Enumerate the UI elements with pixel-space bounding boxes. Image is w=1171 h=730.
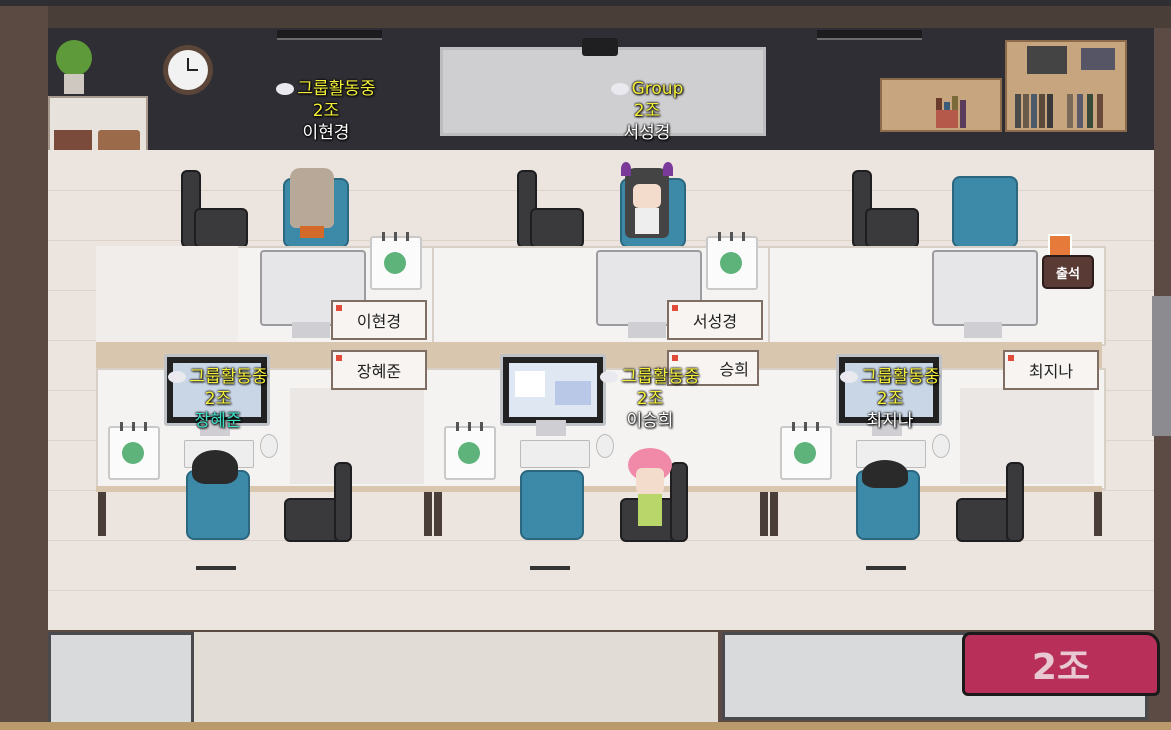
attendance-button[interactable]: 출석 xyxy=(1042,255,1094,289)
player-team: 2조 xyxy=(204,389,232,409)
monitor-stand xyxy=(292,322,330,338)
ceiling-light xyxy=(277,30,382,40)
player-label: 그룹활동중 2조 장혜준 xyxy=(128,366,308,432)
avatar-lee-seunghui[interactable] xyxy=(626,448,674,528)
player-team: 2조 xyxy=(876,389,904,409)
nameplate: 최지나 xyxy=(1003,350,1099,390)
chat-bubble-icon xyxy=(840,371,859,383)
player-status: 그룹활동중 xyxy=(297,79,376,99)
calendar-icon[interactable] xyxy=(444,422,496,480)
player-name: 이승희 xyxy=(626,411,674,431)
nameplate: 이현경 xyxy=(331,300,427,340)
player-status: 그룹활동중 xyxy=(189,367,268,387)
chat-bubble-icon xyxy=(168,371,187,383)
office-chair xyxy=(334,462,352,542)
calendar-icon[interactable] xyxy=(108,422,160,480)
chair-base xyxy=(866,536,906,570)
chat-bubble-icon xyxy=(276,83,295,95)
mouse xyxy=(932,434,950,458)
keyboard xyxy=(520,440,590,468)
office-chair xyxy=(952,176,1018,248)
office-chair xyxy=(520,470,584,540)
plant-icon xyxy=(52,40,96,95)
bottom-strip xyxy=(0,722,1171,730)
desk-leg xyxy=(1094,492,1102,536)
monitor-stand xyxy=(628,322,666,338)
calendar-icon[interactable] xyxy=(780,422,832,480)
walkway xyxy=(194,632,718,722)
player-team: 2조 xyxy=(636,389,664,409)
player-name: 장혜준 xyxy=(194,411,242,431)
monitor[interactable] xyxy=(932,250,1038,326)
player-label: Group 2조 서성경 xyxy=(557,78,737,144)
avatar-seo-seonggyeong[interactable] xyxy=(621,162,673,238)
chair-base xyxy=(196,536,236,570)
top-wall xyxy=(0,6,1171,28)
mouse xyxy=(260,434,278,458)
player-name: 이현경 xyxy=(302,123,350,143)
scroll-handle[interactable] xyxy=(1152,296,1171,436)
nameplate: 서성경 xyxy=(667,300,763,340)
player-team: 2조 xyxy=(633,101,661,121)
avatar-choi-jina[interactable] xyxy=(862,460,908,488)
monitor-stand xyxy=(964,322,1002,338)
left-wall xyxy=(0,6,48,730)
player-label: 그룹활동중 2조 이승희 xyxy=(560,366,740,432)
desk-leg xyxy=(424,492,432,536)
player-name: 최지나 xyxy=(866,411,914,431)
chat-bubble-icon xyxy=(600,371,619,383)
nameplate-text: 장혜준 xyxy=(356,362,402,381)
chat-bubble-icon xyxy=(610,83,629,95)
player-status: 그룹활동중 xyxy=(861,367,940,387)
desk-panel xyxy=(290,388,424,484)
player-name: 서성경 xyxy=(623,123,671,143)
avatar-lee-hyungyeong[interactable] xyxy=(290,168,334,238)
desk-leg xyxy=(770,492,778,536)
chair-base xyxy=(530,536,570,570)
calendar-icon[interactable] xyxy=(706,232,758,290)
player-status: Group xyxy=(631,79,684,99)
team-button[interactable]: 2조 xyxy=(962,632,1160,696)
desk-panel xyxy=(960,388,1094,484)
desk-leg xyxy=(434,492,442,536)
desk-leg xyxy=(760,492,768,536)
desk-leg xyxy=(98,492,106,536)
bookshelf xyxy=(1005,40,1127,132)
avatar-jang-hyejun[interactable] xyxy=(192,450,238,484)
ceiling-light xyxy=(817,30,922,40)
office-chair-seat xyxy=(194,208,248,248)
calendar-icon[interactable] xyxy=(370,232,422,290)
mouse xyxy=(596,434,614,458)
office-chair-seat xyxy=(530,208,584,248)
player-status: 그룹활동중 xyxy=(621,367,700,387)
nameplate-text: 최지나 xyxy=(1028,362,1074,381)
projector-icon xyxy=(582,38,618,56)
nameplate: 장혜준 xyxy=(331,350,427,390)
player-label: 그룹활동중 2조 최지나 xyxy=(800,366,980,432)
player-label: 그룹활동중 2조 이현경 xyxy=(236,78,416,144)
nameplate-text: 서성경 xyxy=(692,312,738,331)
bookshelf xyxy=(880,78,1002,132)
glass-partition xyxy=(48,632,194,726)
office-chair xyxy=(1006,462,1024,542)
clock-icon xyxy=(163,45,213,95)
office-chair-seat xyxy=(865,208,919,248)
player-team: 2조 xyxy=(312,101,340,121)
nameplate-text: 이현경 xyxy=(356,312,402,331)
